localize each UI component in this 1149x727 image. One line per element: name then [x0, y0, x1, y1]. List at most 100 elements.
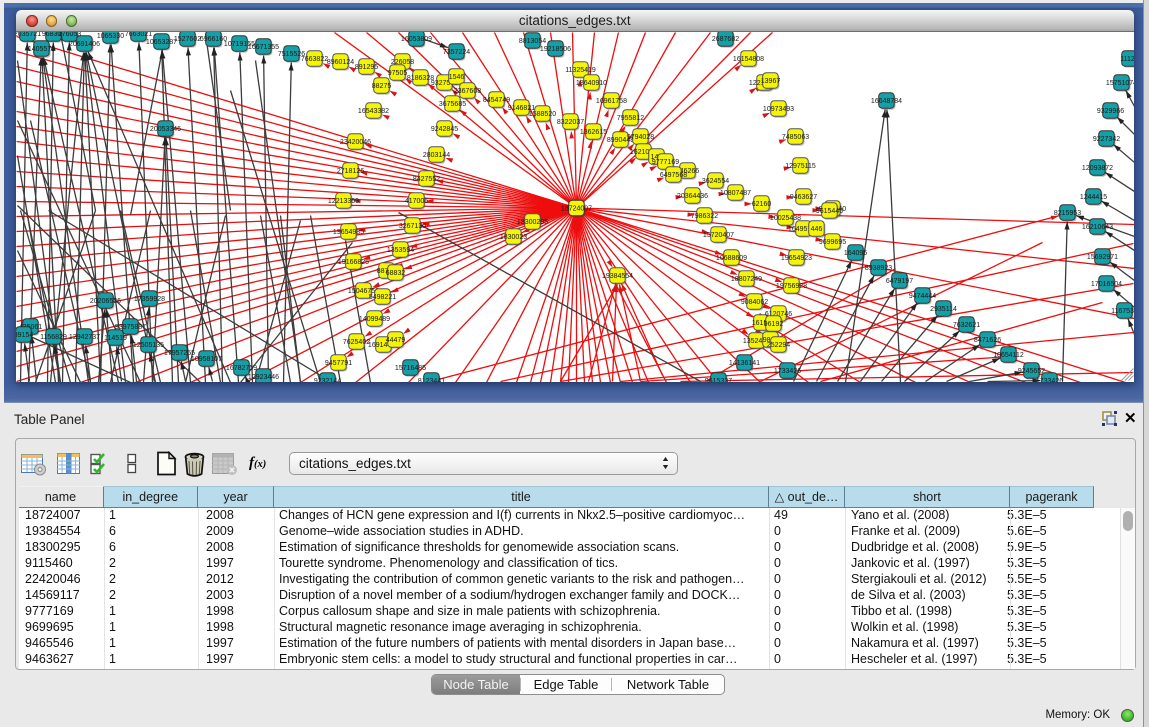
svg-text:7625402: 7625402	[342, 338, 369, 345]
svg-text:8960124: 8960124	[326, 58, 353, 65]
svg-text:11125: 11125	[1120, 55, 1134, 62]
svg-text:19166825: 19166825	[337, 258, 368, 265]
svg-text:19756928: 19756928	[775, 282, 806, 289]
svg-text:8938923: 8938923	[864, 264, 891, 271]
svg-text:2687682: 2687682	[711, 35, 738, 42]
svg-text:62160: 62160	[751, 200, 771, 207]
svg-text:8123441: 8123441	[417, 377, 444, 382]
svg-text:20053346: 20053346	[149, 125, 180, 132]
svg-text:88275: 88275	[371, 82, 391, 89]
svg-text:14099489: 14099489	[358, 315, 389, 322]
svg-text:9777169: 9777169	[651, 158, 678, 165]
svg-text:417006: 417006	[404, 197, 427, 204]
svg-text:446: 446	[810, 225, 822, 232]
svg-text:12093872: 12093872	[1081, 164, 1112, 171]
svg-text:19384554: 19384554	[601, 272, 632, 279]
svg-text:1353594: 1353594	[386, 246, 413, 253]
svg-text:6479197: 6479197	[885, 277, 912, 284]
svg-text:18640910: 18640910	[575, 79, 606, 86]
svg-text:12505135: 12505135	[132, 341, 163, 348]
svg-text:16210643: 16210643	[1081, 223, 1112, 230]
svg-text:7663822: 7663822	[300, 55, 327, 62]
svg-text:16671355: 16671355	[247, 43, 278, 50]
svg-text:8322037: 8322037	[556, 118, 583, 125]
svg-text:1405571: 1405571	[27, 45, 54, 52]
svg-text:2803144: 2803144	[422, 151, 449, 158]
svg-text:3267130: 3267130	[398, 222, 425, 229]
svg-text:7632621: 7632621	[952, 321, 979, 328]
svg-text:15716485: 15716485	[394, 364, 425, 371]
svg-text:9615440: 9615440	[815, 207, 842, 214]
svg-text:16543382: 16543382	[357, 107, 388, 114]
svg-text:10653287: 10653287	[145, 38, 176, 45]
svg-text:7485063: 7485063	[781, 133, 808, 140]
svg-text:9474444: 9474444	[908, 292, 935, 299]
svg-text:1588520: 1588520	[528, 110, 555, 117]
svg-text:11325419: 11325419	[565, 66, 596, 73]
svg-text:7663021: 7663021	[124, 32, 151, 38]
svg-text:15751074: 15751074	[1105, 79, 1134, 86]
svg-text:5498221: 5498221	[368, 293, 395, 300]
svg-text:1546: 1546	[448, 73, 464, 80]
svg-text:9699695: 9699695	[818, 238, 845, 245]
svg-text:19654923: 19654923	[780, 254, 811, 261]
svg-text:2935114: 2935114	[930, 305, 957, 312]
svg-text:9463627: 9463627	[789, 193, 816, 200]
svg-text:9329966: 9329966	[1096, 107, 1123, 114]
svg-text:9245652: 9245652	[1017, 367, 1044, 374]
svg-text:17359928: 17359928	[133, 295, 164, 302]
svg-text:12213369: 12213369	[327, 197, 358, 204]
svg-text:20691406: 20691406	[68, 40, 99, 47]
svg-text:1362615: 1362615	[579, 128, 606, 135]
svg-text:1830023: 1830023	[499, 233, 526, 240]
svg-text:12975115: 12975115	[785, 162, 816, 169]
svg-text:13967: 13967	[760, 77, 780, 84]
svg-text:10688609: 10688609	[715, 254, 746, 261]
svg-text:15720407: 15720407	[702, 231, 733, 238]
svg-text:18300295: 18300295	[516, 218, 547, 225]
svg-text:252294: 252294	[766, 341, 789, 348]
svg-text:68832: 68832	[385, 269, 405, 276]
svg-text:97505: 97505	[387, 69, 407, 76]
svg-text:8215953: 8215953	[1053, 209, 1080, 216]
svg-text:12923446: 12923446	[247, 373, 278, 380]
svg-text:20206536: 20206536	[89, 297, 120, 304]
svg-text:7357224: 7357224	[442, 48, 469, 55]
svg-text:10958107: 10958107	[190, 355, 221, 362]
svg-text:10807487: 10807487	[719, 189, 750, 196]
svg-text:1527602: 1527602	[173, 35, 200, 42]
svg-text:8813054: 8813054	[518, 37, 545, 44]
svg-text:1733426: 1733426	[1035, 377, 1062, 382]
svg-text:2367608: 2367608	[453, 87, 480, 94]
svg-text:7986322: 7986322	[690, 212, 717, 219]
svg-text:1244415: 1244415	[1079, 193, 1106, 200]
svg-text:8454749: 8454749	[482, 96, 509, 103]
svg-text:1733426: 1733426	[773, 367, 800, 374]
svg-text:96192: 96192	[763, 320, 783, 327]
svg-text:9794028: 9794028	[626, 133, 653, 140]
svg-text:8471626: 8471626	[973, 336, 1000, 343]
svg-text:6497568: 6497568	[659, 171, 686, 178]
svg-text:23420046: 23420046	[339, 138, 370, 145]
svg-text:1156829: 1156829	[40, 333, 67, 340]
svg-text:10973493: 10973493	[762, 105, 793, 112]
svg-text:1065330: 1065330	[96, 32, 123, 39]
svg-text:9615337: 9615337	[704, 377, 731, 382]
svg-text:16154808: 16154808	[732, 55, 763, 62]
svg-text:16648784: 16648784	[870, 97, 901, 104]
svg-text:19654985: 19654985	[332, 228, 363, 235]
svg-text:1167533: 1167533	[1111, 307, 1134, 314]
svg-text:3675685: 3675685	[438, 100, 465, 107]
svg-text:891295: 891295	[354, 63, 377, 70]
svg-text:9227342: 9227342	[1092, 135, 1119, 142]
svg-text:39154: 39154	[16, 331, 33, 338]
svg-text:3624554: 3624554	[701, 177, 728, 184]
svg-text:16782759: 16782759	[225, 364, 256, 371]
svg-text:2718126: 2718126	[336, 167, 363, 174]
svg-text:20364436: 20364436	[676, 192, 707, 199]
svg-text:15692971: 15692971	[1086, 253, 1117, 260]
svg-text:10025438: 10025438	[769, 214, 800, 221]
svg-text:19218506: 19218506	[539, 45, 570, 52]
svg-text:9242845: 9242845	[430, 125, 457, 132]
svg-text:10654112: 10654112	[993, 351, 1024, 358]
